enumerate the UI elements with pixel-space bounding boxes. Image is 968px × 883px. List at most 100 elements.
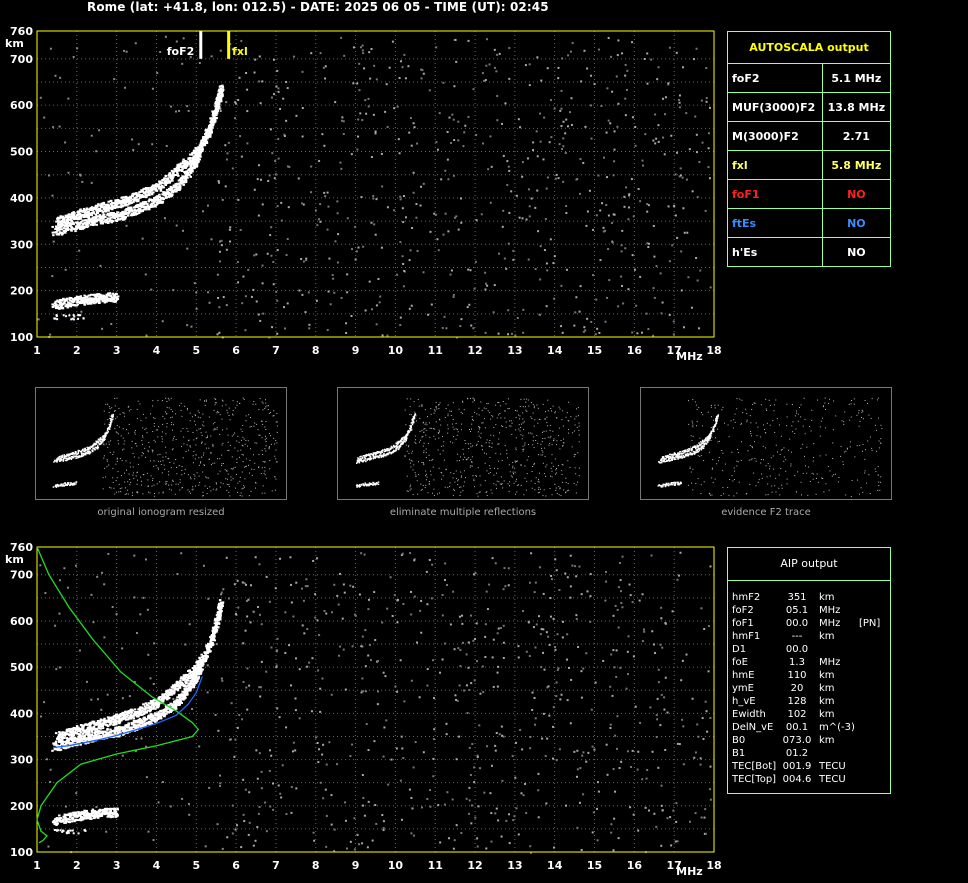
noise-dot <box>294 709 297 712</box>
noise-dot <box>349 840 352 843</box>
noise-dot <box>245 686 248 689</box>
trace-point <box>85 728 89 731</box>
noise-dot <box>580 593 583 596</box>
trace-point <box>186 674 190 677</box>
noise-dot <box>249 621 252 624</box>
noise-dot <box>682 763 685 766</box>
noise-dot <box>461 622 464 625</box>
noise-dot <box>291 750 294 753</box>
noise-dot <box>696 723 699 726</box>
noise-dot <box>700 607 703 610</box>
noise-dot <box>391 615 394 618</box>
noise-dot <box>529 747 532 750</box>
noise-dot <box>230 702 233 705</box>
trace-point <box>105 724 109 727</box>
trace-point <box>88 725 92 728</box>
noise-dot <box>279 557 282 560</box>
noise-dot <box>284 651 287 654</box>
trace-point <box>107 720 111 723</box>
noise-dot <box>236 726 239 729</box>
noise-dot <box>237 606 240 609</box>
trace-point <box>53 743 56 746</box>
noise-dot <box>547 685 550 688</box>
trace-point <box>64 746 68 749</box>
noise-dot <box>202 564 205 567</box>
noise-dot <box>585 652 588 655</box>
noise-dot <box>535 623 538 626</box>
noise-dot <box>540 666 543 669</box>
noise-dot <box>550 578 553 581</box>
trace-point <box>127 722 130 725</box>
noise-dot <box>121 697 124 700</box>
noise-dot <box>500 835 503 838</box>
noise-dot <box>324 788 327 791</box>
noise-dot <box>485 847 488 850</box>
noise-dot <box>490 840 493 843</box>
noise-dot <box>481 665 484 668</box>
noise-dot <box>445 722 448 725</box>
trace-point <box>184 696 187 699</box>
noise-dot <box>638 599 641 602</box>
noise-dot <box>468 746 471 749</box>
trace-point <box>84 737 88 740</box>
noise-dot <box>595 807 598 810</box>
noise-dot <box>401 818 404 821</box>
noise-dot <box>522 610 525 613</box>
noise-dot <box>208 786 211 789</box>
noise-dot <box>367 608 370 611</box>
noise-dot <box>609 685 612 688</box>
noise-dot <box>617 586 620 589</box>
trace-point <box>119 717 123 720</box>
noise-dot <box>365 723 368 726</box>
noise-dot <box>475 622 478 625</box>
noise-dot <box>363 553 366 556</box>
noise-dot <box>645 777 648 780</box>
trace-point <box>188 688 191 691</box>
noise-dot <box>678 743 681 746</box>
trace-point <box>118 731 121 734</box>
trace-point <box>109 720 113 723</box>
noise-dot <box>351 743 354 746</box>
noise-dots <box>39 551 712 854</box>
noise-dot <box>581 754 584 757</box>
noise-dot <box>528 655 531 658</box>
noise-dot <box>508 813 511 816</box>
noise-dot <box>321 753 324 756</box>
noise-dot <box>474 816 477 819</box>
noise-dot <box>382 820 385 823</box>
noise-dot <box>619 579 622 582</box>
trace-point <box>143 716 146 719</box>
noise-dot <box>497 627 500 630</box>
noise-dot <box>473 766 476 769</box>
noise-dot <box>461 614 464 617</box>
noise-dot <box>58 666 61 669</box>
noise-dot <box>360 691 363 694</box>
noise-dot <box>485 590 488 593</box>
noise-dot <box>433 728 436 731</box>
noise-dot <box>589 620 592 623</box>
noise-dot <box>657 681 660 684</box>
noise-dot <box>238 714 241 717</box>
noise-dot <box>390 758 393 761</box>
noise-dot <box>128 695 131 698</box>
noise-dot <box>694 812 697 815</box>
noise-dot <box>554 648 557 651</box>
noise-dot <box>385 719 388 722</box>
noise-dot <box>366 846 369 849</box>
noise-dot <box>180 552 183 555</box>
noise-dot <box>362 804 365 807</box>
noise-dot <box>172 697 175 700</box>
noise-dot <box>663 696 666 699</box>
noise-dot <box>606 773 609 776</box>
noise-dot <box>161 781 164 784</box>
noise-dot <box>621 606 624 609</box>
noise-dot <box>133 596 136 599</box>
trace-point <box>204 654 207 657</box>
noise-dot <box>677 574 680 577</box>
noise-dot <box>576 775 579 778</box>
noise-dot <box>258 613 261 616</box>
noise-dot <box>288 644 291 647</box>
trace-point <box>130 726 134 729</box>
noise-dot <box>589 573 592 576</box>
noise-dot <box>455 824 458 827</box>
